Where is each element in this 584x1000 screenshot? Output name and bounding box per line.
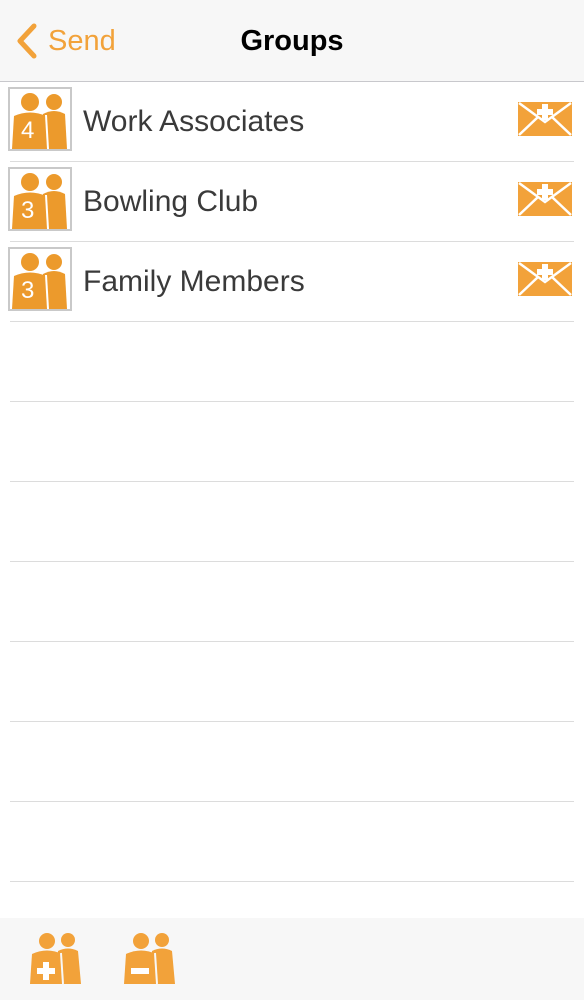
empty-list-row — [0, 642, 584, 722]
group-row[interactable]: 4 Work Associates — [0, 82, 584, 162]
empty-list-row — [0, 562, 584, 642]
empty-list-row — [0, 482, 584, 562]
remove-group-icon — [124, 933, 175, 985]
group-name: Work Associates — [83, 105, 305, 138]
group-row[interactable]: 3 Family Members — [0, 242, 584, 322]
group-row[interactable]: 3 Bowling Club — [0, 162, 584, 242]
group-name: Bowling Club — [83, 185, 259, 218]
group-people-icon: 3 — [8, 247, 72, 311]
group-people-icon: 3 — [8, 167, 72, 231]
page-title: Groups — [240, 25, 344, 57]
groups-screen: Send Groups 4 Work Associates 3 Bowling … — [0, 0, 584, 1000]
mail-plus-icon[interactable] — [518, 182, 572, 216]
empty-list-row — [0, 802, 584, 882]
remove-group-button[interactable] — [122, 930, 180, 988]
mail-plus-icon[interactable] — [518, 262, 572, 296]
mail-plus-icon[interactable] — [518, 102, 572, 136]
group-member-count: 3 — [21, 197, 35, 224]
add-group-icon — [30, 933, 81, 985]
group-member-count: 3 — [21, 277, 35, 304]
group-member-count: 4 — [21, 117, 35, 144]
group-name: Family Members — [83, 265, 305, 298]
empty-list-row — [0, 402, 584, 482]
navigation-bar: Send Groups — [0, 0, 584, 82]
group-people-icon: 4 — [8, 87, 72, 151]
bottom-toolbar — [0, 918, 584, 1000]
groups-list: 4 Work Associates 3 Bowling Club 3 Famil… — [0, 82, 584, 882]
empty-list-row — [0, 722, 584, 802]
add-group-button[interactable] — [28, 930, 86, 988]
empty-list-row — [0, 322, 584, 402]
